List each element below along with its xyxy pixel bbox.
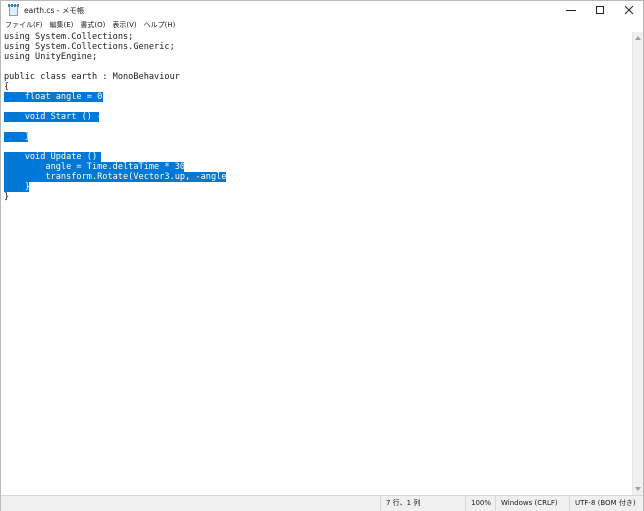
code-line: { <box>4 82 10 92</box>
menu-format[interactable]: 書式(O) <box>77 19 108 32</box>
vertical-scrollbar[interactable] <box>632 32 643 495</box>
menu-view[interactable]: 表示(V) <box>109 19 139 32</box>
menu-file[interactable]: ファイル(F) <box>2 19 46 32</box>
menu-bar: ファイル(F) 編集(E) 書式(O) 表示(V) ヘルプ(H) <box>1 19 643 32</box>
line-ending: Windows (CRLF) <box>495 496 569 511</box>
code-line-selected: } <box>4 182 30 192</box>
code-line: using UnityEngine; <box>4 52 98 62</box>
menu-help[interactable]: ヘルプ(H) <box>141 19 179 32</box>
maximize-button[interactable] <box>585 1 614 19</box>
code-line: using System.Collections.Generic; <box>4 42 175 52</box>
close-icon <box>624 5 633 15</box>
code-line-selected: } <box>4 132 30 142</box>
window-controls <box>556 1 643 19</box>
code-line-selected: angle = Time.deltaTime * 30; <box>4 162 191 172</box>
close-button[interactable] <box>614 1 643 19</box>
scroll-down-icon[interactable] <box>635 485 641 493</box>
code-line-selected: void Update () { <box>4 152 108 162</box>
code-line-selected: void Start () { <box>4 112 103 122</box>
status-bar: 7 行、1 列 100% Windows (CRLF) UTF-8 (BOM 付… <box>1 495 643 511</box>
notepad-icon <box>8 3 19 17</box>
scroll-up-icon[interactable] <box>635 34 641 42</box>
notepad-window: earth.cs - メモ帳 ファイル(F) 編集(E) 書式(O) 表示(V)… <box>0 0 644 511</box>
maximize-icon <box>595 6 604 14</box>
text-editor[interactable]: using System.Collections; using System.C… <box>1 32 633 495</box>
code-line: } <box>4 192 10 202</box>
menu-edit[interactable]: 編集(E) <box>47 19 77 32</box>
title-bar[interactable]: earth.cs - メモ帳 <box>1 1 643 19</box>
encoding: UTF-8 (BOM 付き) <box>569 496 643 511</box>
zoom-level: 100% <box>465 496 495 511</box>
code-line: using System.Collections; <box>4 32 134 42</box>
cursor-position: 7 行、1 列 <box>380 496 465 511</box>
minimize-icon <box>565 10 576 11</box>
code-line-selected: transform.Rotate(Vector3.up, -angle); <box>4 172 237 182</box>
code-line: public class earth : MonoBehaviour <box>4 72 180 82</box>
window-title: earth.cs - メモ帳 <box>24 5 85 15</box>
minimize-button[interactable] <box>556 1 585 19</box>
code-line-selected: float angle = 0; <box>4 92 108 102</box>
